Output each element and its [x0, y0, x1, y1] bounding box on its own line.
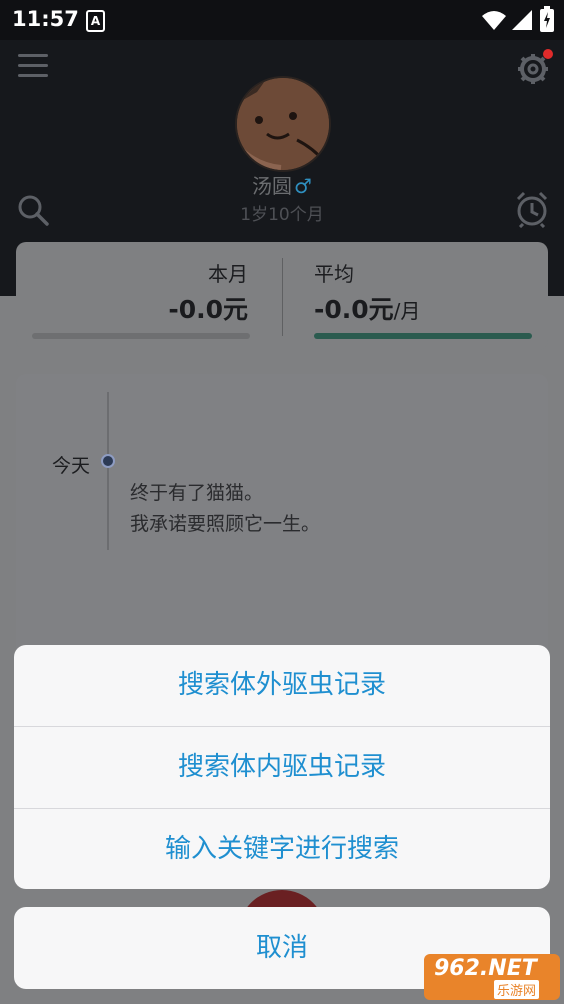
- watermark-top: 962.NET: [434, 956, 537, 981]
- average-label: 平均: [314, 262, 354, 286]
- average-unit: /月: [393, 299, 421, 323]
- average-value-group: -0.0元/月: [314, 290, 420, 326]
- pet-avatar[interactable]: [235, 76, 331, 172]
- stats-divider: [282, 258, 283, 336]
- battery-icon: [540, 6, 554, 32]
- watermark-logo: 962.NET 乐游网: [424, 954, 560, 1000]
- search-internal-deworming-option[interactable]: 搜索体内驱虫记录: [14, 727, 550, 809]
- timeline-card: 今天 终于有了猫猫。 我承诺要照顾它一生。: [16, 374, 548, 664]
- average-progress-bar: [314, 333, 532, 339]
- timeline-entry-line1: 终于有了猫猫。: [130, 482, 264, 504]
- timeline-date: 今天: [52, 455, 91, 477]
- watermark-bottom: 乐游网: [494, 980, 540, 999]
- pet-age: 1岁10个月: [240, 205, 324, 225]
- search-external-deworming-option[interactable]: 搜索体外驱虫记录: [14, 645, 550, 727]
- notification-a-icon: A: [86, 10, 105, 32]
- notification-badge: [543, 49, 553, 59]
- keyword-search-option[interactable]: 输入关键字进行搜索: [14, 809, 550, 889]
- search-icon[interactable]: [16, 193, 50, 227]
- pet-name-text: 汤圆: [252, 174, 293, 198]
- male-gender-icon: ♂: [294, 174, 312, 198]
- pet-name: 汤圆 ♂: [0, 170, 564, 199]
- month-progress-bar: [32, 333, 250, 339]
- menu-icon[interactable]: [18, 54, 48, 80]
- expense-stats-card: 本月 -0.0元 平均 -0.0元/月: [16, 242, 548, 350]
- signal-icon: [512, 10, 532, 30]
- cat-avatar-image: [237, 78, 329, 170]
- timeline-entry-line2: 我承诺要照顾它一生。: [130, 513, 321, 535]
- month-value: -0.0元: [168, 295, 248, 324]
- month-label: 本月: [208, 262, 248, 286]
- status-bar: 11:57 A: [0, 0, 564, 40]
- action-sheet: 搜索体外驱虫记录 搜索体内驱虫记录 输入关键字进行搜索: [14, 645, 550, 889]
- timeline-dot-icon: [101, 454, 115, 468]
- alarm-clock-icon[interactable]: [513, 190, 551, 228]
- settings-gear-icon[interactable]: [514, 48, 554, 88]
- timeline-entry[interactable]: 终于有了猫猫。 我承诺要照顾它一生。: [130, 478, 320, 540]
- average-value: -0.0元: [314, 295, 394, 324]
- wifi-icon: [482, 11, 506, 30]
- status-time: 11:57: [12, 7, 79, 31]
- timeline-line: [107, 392, 109, 550]
